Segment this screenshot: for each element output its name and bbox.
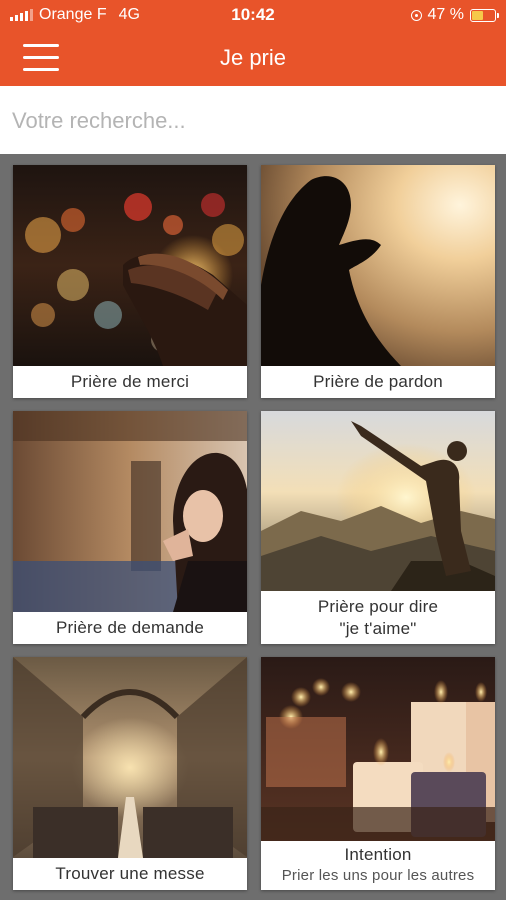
card-label: Prière de pardon	[313, 372, 443, 391]
card-label: Prière de merci	[70, 372, 190, 391]
woman-praying-image	[13, 411, 247, 612]
card-priere-de-merci[interactable]: Prière de merci	[13, 165, 247, 398]
battery-percent: 47 %	[427, 6, 464, 23]
card-label: Intention Prier les uns pour les autres	[261, 844, 495, 886]
card-priere-de-pardon[interactable]: Prière de pardon	[261, 165, 495, 398]
card-label: Trouver une messe	[55, 864, 205, 883]
man-arms-raised-mountains-image	[261, 411, 495, 591]
card-label-line2: "je t'aime"	[339, 619, 417, 638]
candles-image	[261, 657, 495, 841]
search-bar	[0, 86, 506, 154]
card-label: Prière pour dire "je t'aime"	[261, 596, 495, 640]
cathedral-interior-image	[13, 657, 247, 858]
card-label: Prière de demande	[56, 618, 204, 637]
praying-hands-bokeh-image	[13, 165, 247, 366]
app-header: Je prie	[0, 30, 506, 86]
search-input[interactable]	[10, 98, 494, 144]
card-label-line1: Prière pour dire	[317, 597, 439, 616]
status-bar: Orange F 4G 10:42 47 %	[0, 0, 506, 30]
card-title: Intention	[344, 845, 412, 864]
card-subtitle: Prier les uns pour les autres	[281, 867, 475, 884]
kneeling-silhouette-image	[261, 165, 495, 366]
page-title: Je prie	[219, 45, 287, 70]
status-right: 47 %	[410, 6, 499, 24]
card-intention[interactable]: Intention Prier les uns pour les autres	[261, 657, 495, 890]
card-priere-pour-dire-je-taime[interactable]: Prière pour dire "je t'aime"	[261, 411, 495, 644]
card-trouver-une-messe[interactable]: Trouver une messe	[13, 657, 247, 890]
battery-icon	[470, 8, 499, 22]
card-priere-de-demande[interactable]: Prière de demande	[13, 411, 247, 644]
orientation-lock-icon	[410, 9, 422, 21]
